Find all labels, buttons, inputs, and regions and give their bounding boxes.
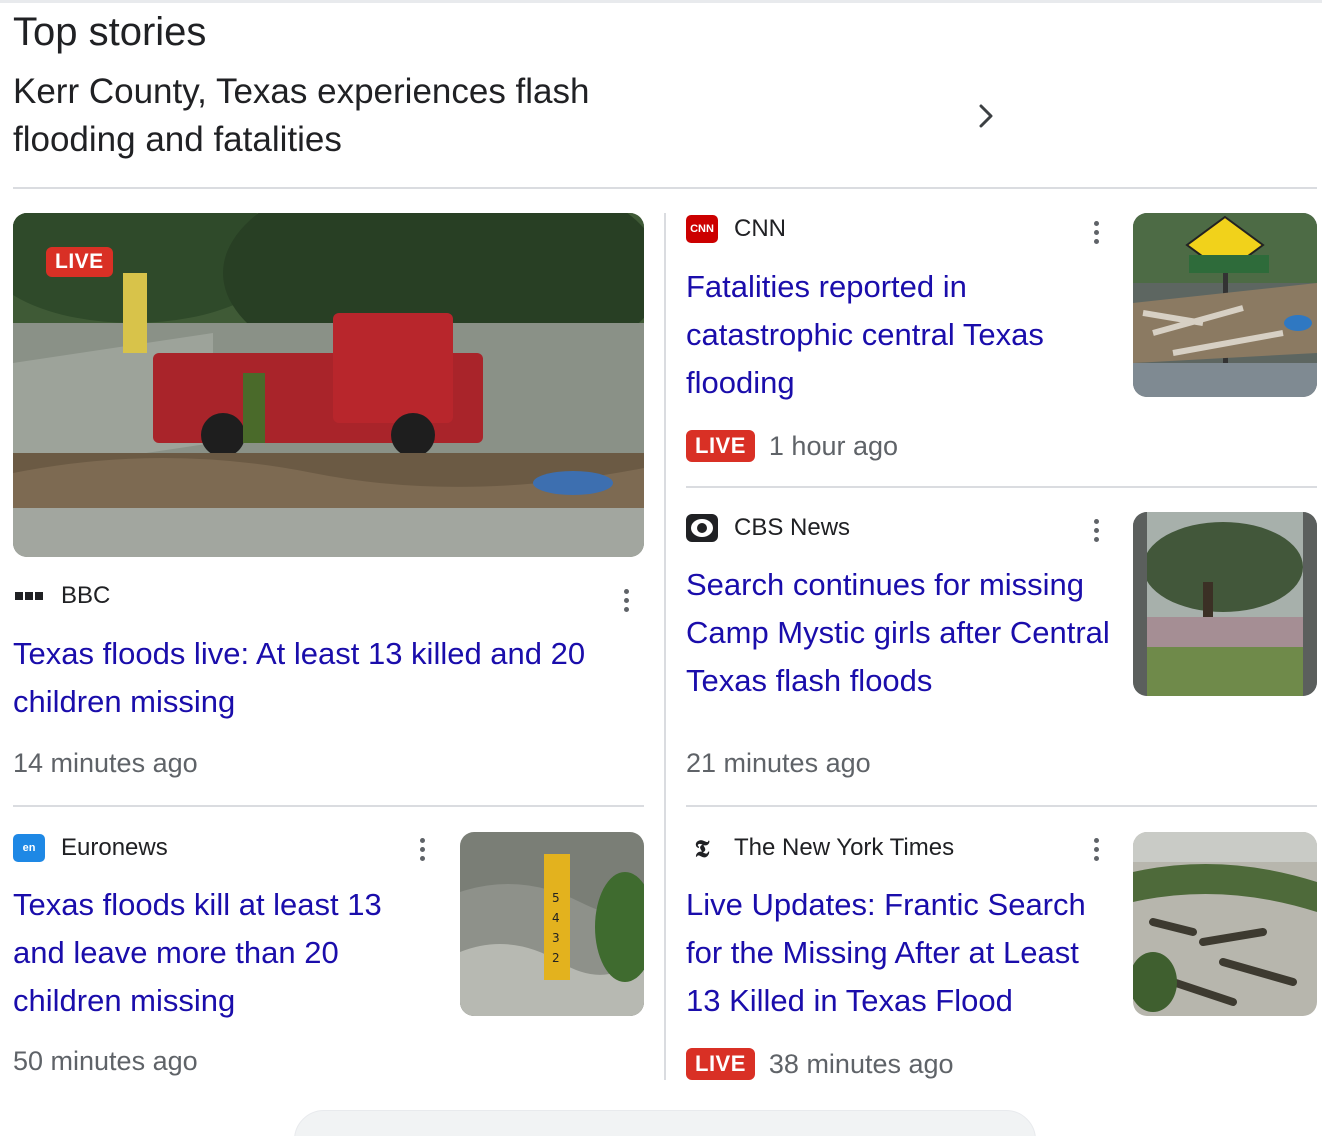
source-name: Euronews <box>61 834 168 861</box>
more-vert-icon[interactable] <box>611 582 641 618</box>
time-label: 1 hour ago <box>768 430 899 461</box>
svg-text:3: 3 <box>552 931 560 945</box>
topic-headline[interactable]: Kerr County, Texas experiences flash flo… <box>13 68 653 164</box>
source-name: BBC <box>61 582 111 609</box>
top-border <box>0 0 1322 3</box>
svg-text:5: 5 <box>552 891 560 905</box>
live-badge: LIVE <box>686 1048 755 1080</box>
divider <box>13 805 644 807</box>
cbs-story-title[interactable]: Search continues for missing Camp Mystic… <box>686 561 1116 705</box>
divider <box>686 805 1317 807</box>
euronews-story-image[interactable]: 5 4 3 2 <box>460 832 644 1016</box>
source-name: CNN <box>734 215 786 242</box>
live-badge: LIVE <box>686 430 755 462</box>
divider <box>13 187 1317 189</box>
story-time: LIVE 38 minutes ago <box>686 1048 954 1080</box>
euronews-logo-icon: en <box>13 834 45 862</box>
bbc-story-title[interactable]: Texas floods live: At least 13 killed an… <box>13 630 633 726</box>
more-vert-icon[interactable] <box>1081 512 1111 548</box>
time-label: 14 minutes ago <box>13 748 198 778</box>
svg-text:2: 2 <box>552 951 560 965</box>
story-time: 21 minutes ago <box>686 748 871 779</box>
cnn-source[interactable]: CNN CNN <box>686 213 786 245</box>
cnn-story-title[interactable]: Fatalities reported in catastrophic cent… <box>686 263 1106 407</box>
live-badge: LIVE <box>46 247 113 277</box>
source-name: CBS News <box>734 514 851 541</box>
bbc-story-image[interactable]: LIVE <box>13 213 644 557</box>
euronews-story-title[interactable]: Texas floods kill at least 13 and leave … <box>13 881 433 1025</box>
cnn-story-image[interactable] <box>1133 213 1317 397</box>
divider <box>686 486 1317 488</box>
story-time: 50 minutes ago <box>13 1046 198 1077</box>
story-time: 14 minutes ago <box>13 748 198 779</box>
time-label: 38 minutes ago <box>768 1048 954 1079</box>
column-divider <box>664 213 666 1080</box>
svg-text:4: 4 <box>552 911 560 925</box>
section-title: Top stories <box>13 10 207 54</box>
story-time: LIVE 1 hour ago <box>686 430 898 462</box>
nyt-story-image[interactable] <box>1133 832 1317 1016</box>
chevron-right-icon[interactable] <box>968 98 1004 134</box>
euronews-source[interactable]: en Euronews <box>13 832 168 864</box>
more-news-button[interactable] <box>294 1110 1036 1136</box>
nyt-source[interactable]: 𝕿 The New York Times <box>686 832 954 864</box>
cbs-story-image[interactable] <box>1133 512 1317 696</box>
nyt-logo-icon: 𝕿 <box>694 833 710 863</box>
more-vert-icon[interactable] <box>407 831 437 867</box>
more-vert-icon[interactable] <box>1081 214 1111 250</box>
source-name: The New York Times <box>734 834 955 861</box>
bbc-source[interactable]: BBC <box>13 580 110 612</box>
more-vert-icon[interactable] <box>1081 831 1111 867</box>
bbc-logo-icon <box>13 582 45 610</box>
time-label: 50 minutes ago <box>13 1046 198 1076</box>
cnn-logo-icon: CNN <box>686 215 718 243</box>
time-label: 21 minutes ago <box>686 748 871 778</box>
cbs-eye-logo-icon <box>686 514 718 542</box>
cbs-source[interactable]: CBS News <box>686 512 850 544</box>
nyt-story-title[interactable]: Live Updates: Frantic Search for the Mis… <box>686 881 1116 1025</box>
